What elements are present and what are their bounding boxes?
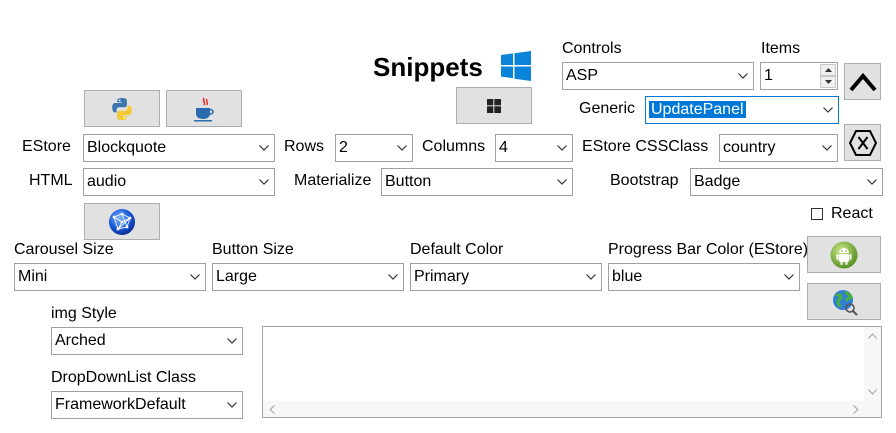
chevron-down-icon[interactable] bbox=[866, 169, 878, 195]
progress-bar-color-label: Progress Bar Color (EStore) bbox=[608, 241, 809, 258]
chevron-up-icon bbox=[848, 72, 877, 91]
materialize-select[interactable]: Button bbox=[381, 168, 573, 196]
chevron-down-icon[interactable] bbox=[226, 328, 238, 354]
img-style-value: Arched bbox=[55, 332, 106, 349]
python-button[interactable] bbox=[84, 90, 160, 127]
columns-label: Columns bbox=[422, 138, 486, 155]
rows-value: 2 bbox=[339, 139, 348, 156]
dropdownlist-class-label: DropDownList Class bbox=[51, 369, 196, 386]
items-label: Items bbox=[761, 40, 801, 57]
chevron-down-icon[interactable] bbox=[821, 135, 833, 161]
img-style-label: img Style bbox=[51, 305, 117, 322]
chevron-down-icon[interactable] bbox=[822, 97, 834, 123]
java-button[interactable] bbox=[166, 90, 242, 127]
button-size-select[interactable]: Large bbox=[212, 263, 404, 291]
windows-logo-icon bbox=[501, 51, 531, 81]
img-style-select[interactable]: Arched bbox=[51, 327, 243, 355]
columns-select[interactable]: 4 bbox=[495, 134, 573, 162]
html-value: audio bbox=[87, 173, 127, 190]
close-button[interactable] bbox=[844, 124, 881, 161]
estore-value: Blockquote bbox=[87, 139, 167, 156]
chevron-down-icon[interactable] bbox=[585, 264, 597, 290]
columns-value: 4 bbox=[499, 139, 508, 156]
carousel-size-value: Mini bbox=[18, 268, 48, 285]
default-color-label: Default Color bbox=[410, 241, 504, 258]
chevron-down-icon[interactable] bbox=[556, 135, 568, 161]
decrement-button[interactable] bbox=[820, 76, 836, 88]
bootstrap-value: Badge bbox=[694, 173, 741, 190]
html-select[interactable]: audio bbox=[83, 168, 275, 196]
android-icon bbox=[830, 241, 858, 268]
chevron-down-icon[interactable] bbox=[396, 135, 408, 161]
materialize-value: Button bbox=[385, 173, 432, 190]
stepper-buttons[interactable] bbox=[820, 64, 836, 88]
estore-select[interactable]: Blockquote bbox=[83, 134, 275, 162]
globe-search-icon bbox=[833, 289, 858, 316]
default-color-value: Primary bbox=[414, 268, 470, 285]
dropdownlist-class-select[interactable]: FrameworkDefault bbox=[51, 391, 243, 419]
scroll-right-icon[interactable] bbox=[853, 405, 859, 414]
chevron-down-icon[interactable] bbox=[556, 169, 568, 195]
close-hexagon-icon bbox=[848, 129, 877, 156]
collapse-button[interactable] bbox=[844, 63, 881, 100]
network-button[interactable] bbox=[84, 203, 160, 240]
estore-label: EStore bbox=[22, 138, 71, 155]
scroll-left-icon[interactable] bbox=[269, 405, 275, 414]
android-button[interactable] bbox=[807, 236, 881, 273]
button-size-value: Large bbox=[216, 268, 257, 285]
chevron-down-icon[interactable] bbox=[226, 392, 238, 418]
rows-label: Rows bbox=[284, 138, 325, 155]
output-textarea[interactable] bbox=[262, 326, 882, 418]
progress-bar-color-value: blue bbox=[612, 268, 643, 285]
chevron-down-icon[interactable] bbox=[737, 63, 749, 89]
carousel-size-label: Carousel Size bbox=[14, 241, 114, 258]
html-label: HTML bbox=[29, 172, 73, 189]
python-icon bbox=[112, 97, 132, 120]
horizontal-scrollbar[interactable] bbox=[263, 401, 881, 417]
generic-label: Generic bbox=[579, 100, 636, 117]
materialize-label: Materialize bbox=[294, 172, 372, 189]
items-value: 1 bbox=[764, 67, 773, 84]
default-color-select[interactable]: Primary bbox=[410, 263, 602, 291]
increment-button[interactable] bbox=[820, 64, 836, 76]
scroll-down-icon[interactable] bbox=[868, 389, 877, 395]
controls-select[interactable]: ASP bbox=[562, 62, 754, 90]
windows-icon bbox=[487, 98, 501, 113]
scroll-up-icon[interactable] bbox=[868, 333, 877, 339]
chevron-down-icon[interactable] bbox=[189, 264, 201, 290]
bootstrap-select[interactable]: Badge bbox=[690, 168, 883, 196]
arrow-down-icon bbox=[824, 80, 832, 84]
button-size-label: Button Size bbox=[212, 241, 294, 258]
estore-cssclass-label: EStore CSSClass bbox=[582, 138, 709, 155]
chevron-down-icon[interactable] bbox=[783, 264, 795, 290]
progress-bar-color-select[interactable]: blue bbox=[608, 263, 800, 291]
carousel-size-select[interactable]: Mini bbox=[14, 263, 206, 291]
page-title: Snippets bbox=[373, 52, 483, 82]
rows-select[interactable]: 2 bbox=[335, 134, 413, 162]
vertical-scrollbar[interactable] bbox=[864, 327, 881, 401]
react-label[interactable]: React bbox=[831, 204, 873, 224]
react-checkbox[interactable] bbox=[811, 208, 823, 220]
estore-cssclass-select[interactable]: country bbox=[719, 134, 838, 162]
chevron-down-icon[interactable] bbox=[258, 135, 270, 161]
controls-value: ASP bbox=[566, 67, 599, 84]
generic-select[interactable]: UpdatePanel bbox=[645, 96, 839, 124]
windows-button[interactable] bbox=[456, 87, 532, 124]
chevron-down-icon[interactable] bbox=[258, 169, 270, 195]
arrow-up-icon bbox=[824, 68, 832, 72]
dropdownlist-class-value: FrameworkDefault bbox=[55, 396, 186, 413]
bootstrap-label: Bootstrap bbox=[610, 172, 679, 189]
items-stepper[interactable]: 1 bbox=[760, 62, 838, 90]
generic-value: UpdatePanel bbox=[649, 101, 746, 118]
network-globe-icon bbox=[109, 208, 135, 235]
web-search-button[interactable] bbox=[807, 283, 881, 320]
chevron-down-icon[interactable] bbox=[387, 264, 399, 290]
estore-cssclass-value: country bbox=[723, 139, 776, 156]
java-cup-icon bbox=[194, 97, 214, 121]
controls-label: Controls bbox=[562, 40, 622, 57]
